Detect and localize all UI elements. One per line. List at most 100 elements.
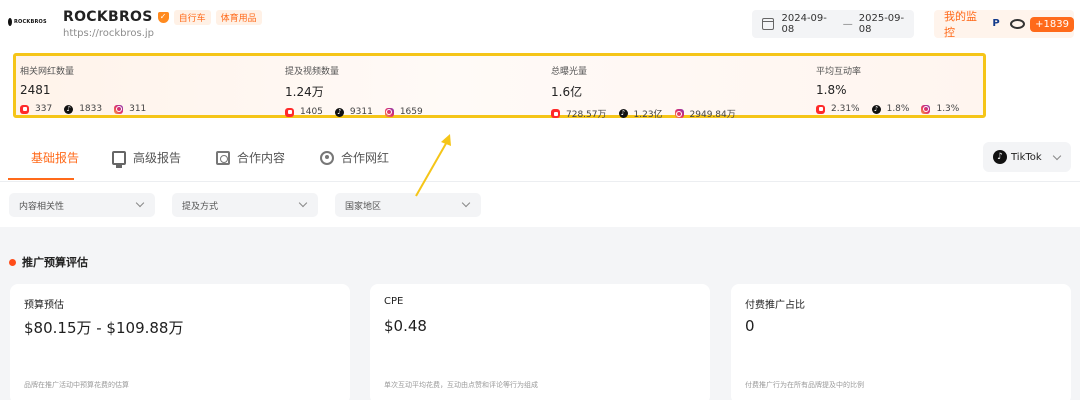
tiktok-value: 1.8%: [886, 104, 910, 114]
youtube-value: 1405: [300, 107, 323, 117]
card-title: 付费推广占比: [745, 300, 805, 311]
tiktok-icon: [618, 109, 628, 118]
stat-influencer-count: 相关网红数量 2481 337 1833 311: [20, 64, 158, 114]
verified-badge-icon: ✓: [157, 11, 169, 23]
my-monitor-button[interactable]: 我的监控 P +1839: [934, 10, 1074, 39]
youtube-icon: [551, 109, 560, 118]
youtube-icon: [20, 104, 29, 114]
instagram-icon: [384, 107, 394, 117]
tiktok-icon: [334, 107, 344, 117]
stat-video-count: 提及视频数量 1.24万 1405 9311 1659: [285, 64, 435, 117]
platform-select[interactable]: ♪ TikTok: [983, 142, 1071, 172]
brand-name: ROCKBROS: [63, 9, 153, 25]
card-value: 0: [745, 317, 755, 335]
card-value: $80.15万 - $109.88万: [24, 319, 184, 337]
instagram-value: 1.3%: [936, 104, 960, 114]
stat-value: 1.24万: [285, 85, 324, 99]
tiktok-value: 1833: [79, 104, 103, 114]
card-budget-estimate: 预算预估 $80.15万 - $109.88万 品牌在推广活动中预算花费的估算: [10, 284, 350, 400]
tab-advanced-report[interactable]: 高级报告: [112, 149, 182, 168]
tab-cooperation-content[interactable]: 合作内容: [216, 149, 285, 166]
media-icon: [216, 150, 230, 165]
monitored-brand-logo-icon: [1010, 19, 1026, 29]
monitored-brand-logo-icon: P: [992, 18, 1000, 29]
tiktok-value: 1.23亿: [633, 110, 663, 120]
card-description: 单次互动平均花费，互动由点赞和评论等行为组成: [384, 381, 538, 389]
stat-platform-breakdown: 2.31% 1.8% 1.3%: [816, 104, 971, 114]
stat-value: 1.8%: [816, 83, 847, 97]
instagram-icon: [674, 109, 684, 118]
stat-total-exposure: 总曝光量 1.6亿 728.57万 1.23亿 2949.84万: [551, 64, 748, 120]
tab-label: 合作网红: [341, 151, 390, 165]
category-tag[interactable]: 自行车: [173, 9, 211, 25]
tiktok-icon: [871, 104, 881, 114]
chevron-down-icon: [298, 198, 308, 208]
budget-section: 推广预算评估 预算预估 $80.15万 - $109.88万 品牌在推广活动中预…: [0, 227, 1080, 400]
brand-logo: ROCKBROS: [8, 16, 47, 28]
tab-basic-report[interactable]: 基础报告: [10, 149, 79, 166]
youtube-icon: [285, 107, 294, 117]
stats-panel: 相关网红数量 2481 337 1833 311 提及视频数量 1.24万 14…: [13, 53, 986, 120]
logo-text: ROCKBROS: [14, 19, 47, 25]
stat-value: 1.6亿: [551, 85, 583, 99]
stat-avg-engagement: 平均互动率 1.8% 2.31% 1.8% 1.3%: [816, 64, 971, 114]
date-start: 2024-09-08: [781, 13, 827, 35]
instagram-icon: [921, 104, 931, 114]
category-tag[interactable]: 体育用品: [215, 9, 262, 25]
tab-label: 合作内容: [237, 151, 286, 165]
chevron-down-icon: [135, 198, 145, 208]
tab-label: 高级报告: [133, 151, 182, 165]
youtube-icon: [816, 104, 825, 114]
section-title: 推广预算评估: [9, 254, 88, 270]
grid-icon: [10, 151, 24, 165]
tab-label: 基础报告: [31, 151, 80, 165]
person-icon: [320, 150, 334, 165]
active-tab-indicator: [8, 178, 74, 180]
filter-label: 内容相关性: [19, 201, 65, 212]
card-cpe: CPE $0.48 单次互动平均花费，互动由点赞和评论等行为组成: [370, 284, 710, 400]
tab-cooperation-influencers[interactable]: 合作网红: [320, 149, 389, 166]
instagram-value: 1659: [399, 107, 423, 117]
instagram-value: 311: [129, 104, 147, 114]
youtube-value: 2.31%: [831, 104, 860, 114]
tiktok-icon: ♪: [993, 150, 1007, 164]
date-separator: —: [842, 18, 853, 30]
date-range-picker[interactable]: 2024-09-08 — 2025-09-08: [752, 10, 914, 38]
tiktok-icon: [64, 104, 74, 114]
stat-label: 总曝光量: [551, 67, 588, 77]
logo-mark-icon: [8, 18, 12, 26]
youtube-value: 728.57万: [566, 110, 607, 120]
stat-label: 提及视频数量: [285, 67, 340, 77]
chevron-down-icon: [461, 198, 471, 208]
monitor-label: 我的监控: [944, 10, 977, 39]
card-title: CPE: [384, 296, 404, 307]
monitor-count-badge: +1839: [1030, 16, 1074, 32]
stat-value: 2481: [20, 83, 51, 97]
card-description: 品牌在推广活动中预算花费的估算: [24, 381, 129, 389]
card-title: 预算预估: [24, 300, 64, 311]
annotation-arrow-icon: [415, 134, 451, 197]
calendar-icon: [762, 18, 774, 30]
presentation-icon: [112, 150, 126, 168]
filter-content-relevance[interactable]: 内容相关性: [9, 193, 155, 217]
instagram-icon: [114, 104, 124, 114]
brand-url[interactable]: https://rockbros.jp: [63, 28, 154, 39]
stat-label: 相关网红数量: [20, 67, 75, 77]
instagram-value: 2949.84万: [689, 110, 736, 120]
filter-bar: 内容相关性 提及方式 国家地区: [0, 183, 1080, 227]
brand-title-row: ROCKBROS ✓ 自行车 体育用品: [63, 9, 262, 25]
header: ROCKBROS ROCKBROS ✓ 自行车 体育用品 https://roc…: [0, 0, 1080, 50]
chevron-down-icon: [1052, 151, 1061, 160]
date-end: 2025-09-08: [858, 13, 905, 35]
stat-label: 平均互动率: [816, 67, 862, 77]
filter-label: 国家地区: [345, 201, 382, 212]
section-title-text: 推广预算评估: [22, 256, 88, 269]
youtube-value: 337: [35, 104, 53, 114]
filter-mention-type[interactable]: 提及方式: [172, 193, 318, 217]
stat-platform-breakdown: 337 1833 311: [20, 104, 158, 114]
card-paid-promo-ratio: 付费推广占比 0 付费推广行为在所有品牌提及中的比例: [731, 284, 1071, 400]
stat-platform-breakdown: 728.57万 1.23亿 2949.84万: [551, 107, 748, 120]
platform-select-value: TikTok: [1011, 151, 1042, 163]
stat-platform-breakdown: 1405 9311 1659: [285, 107, 435, 117]
card-description: 付费推广行为在所有品牌提及中的比例: [745, 381, 864, 389]
